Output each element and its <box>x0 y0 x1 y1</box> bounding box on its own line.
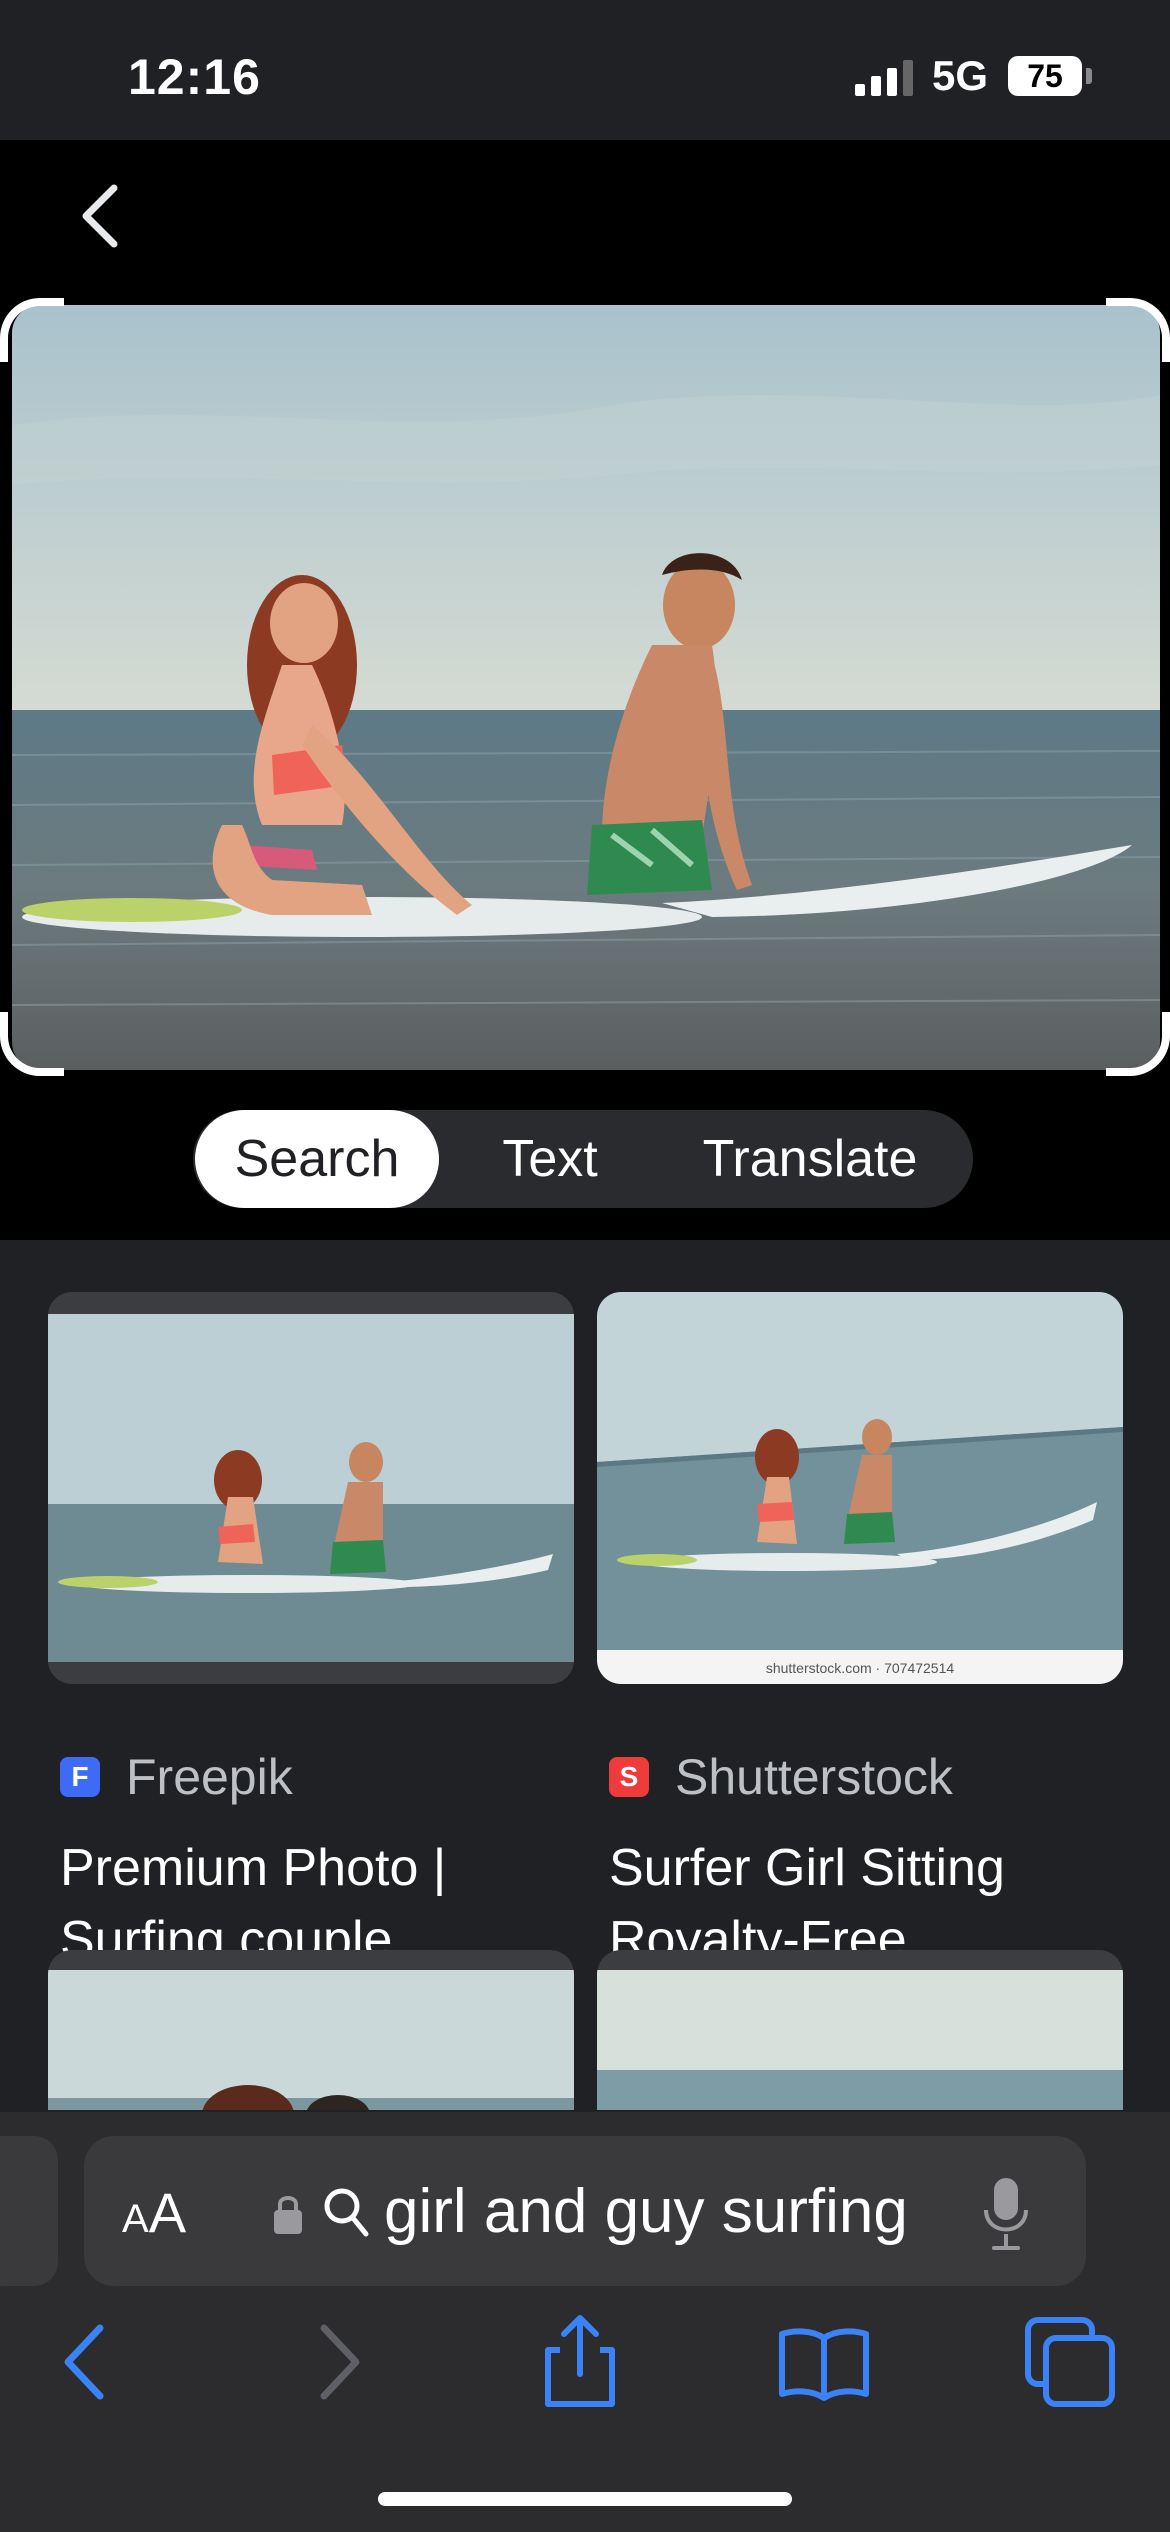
lock-icon <box>274 2196 302 2234</box>
source-name: Freepik <box>126 1749 293 1805</box>
result-source: S Shutterstock <box>609 1749 953 1805</box>
result-thumbnail[interactable] <box>48 1292 574 1684</box>
text-size-button[interactable]: AA <box>122 2180 186 2245</box>
tabs-icon[interactable] <box>1020 2312 1120 2412</box>
tab-search[interactable]: Search <box>195 1110 439 1208</box>
network-type: 5G <box>932 52 989 99</box>
result-source: F Freepik <box>60 1749 293 1805</box>
lens-mode-tabs: Search Text Translate <box>193 1110 973 1208</box>
address-query[interactable]: girl and guy surfing <box>384 2176 908 2247</box>
home-indicator <box>378 2492 792 2506</box>
result-title[interactable]: Surfer Girl Sitting Royalty-Free… <box>609 1832 1109 1952</box>
result-thumbnail[interactable]: shutterstock.com · 707472514 <box>597 1292 1123 1684</box>
selected-image[interactable] <box>12 305 1160 1070</box>
status-time: 12:16 <box>128 49 261 105</box>
battery-level: 75 <box>1027 58 1063 94</box>
result-thumbnail[interactable] <box>597 1950 1123 2110</box>
battery-icon: 75 <box>1008 56 1082 96</box>
bookmarks-icon[interactable] <box>774 2312 874 2412</box>
freepik-favicon-icon: F <box>60 1757 100 1797</box>
result-title[interactable]: Premium Photo | Surfing couple… <box>60 1832 560 1952</box>
share-icon[interactable] <box>530 2312 630 2412</box>
source-name: Shutterstock <box>675 1749 953 1805</box>
battery-cap <box>1086 68 1092 84</box>
tab-translate[interactable]: Translate <box>665 1110 955 1208</box>
result-thumbnail[interactable] <box>48 1950 574 2110</box>
watermark-text: shutterstock.com · 707472514 <box>766 1660 955 1676</box>
visual-matches: F Freepik Premium Photo | Surfing couple… <box>0 1242 1170 2112</box>
shutterstock-favicon-icon: S <box>609 1757 649 1797</box>
forward-nav-icon[interactable] <box>288 2312 388 2412</box>
cellular-signal-icon <box>855 60 915 96</box>
back-arrow-icon[interactable] <box>70 180 134 252</box>
microphone-icon[interactable] <box>982 2176 1030 2252</box>
search-icon <box>324 2188 369 2237</box>
previous-tab-preview[interactable] <box>0 2136 58 2286</box>
status-bar: 12:16 5G 75 <box>0 0 1170 140</box>
back-nav-icon[interactable] <box>36 2312 136 2412</box>
address-bar[interactable]: AA girl and guy surfing <box>84 2136 1086 2286</box>
tab-text[interactable]: Text <box>455 1110 645 1208</box>
